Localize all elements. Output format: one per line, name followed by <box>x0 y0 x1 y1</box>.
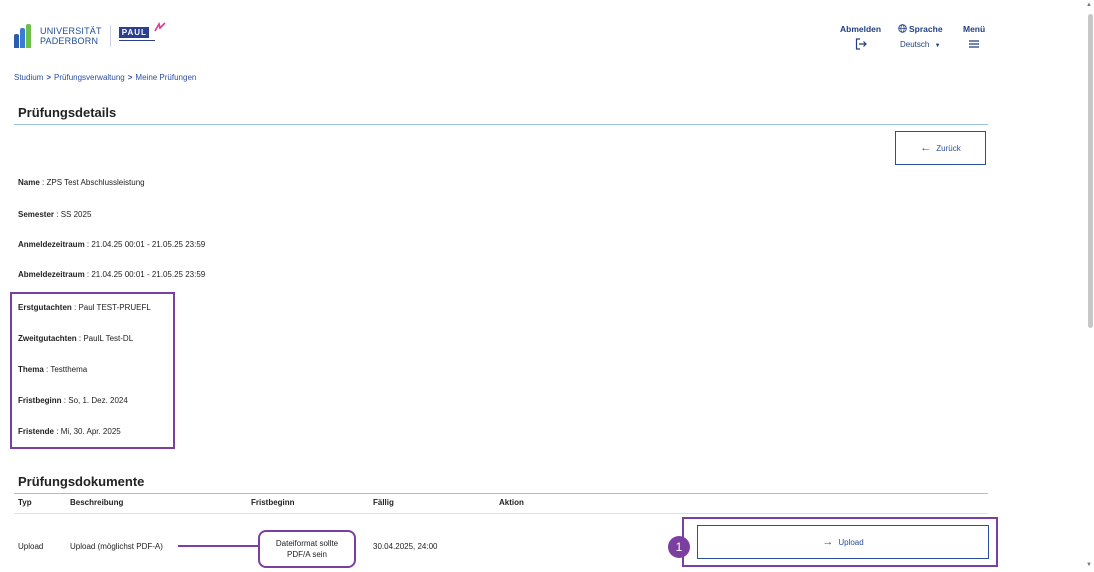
menu-label: Menü <box>963 24 986 34</box>
upload-button-label: Upload <box>838 537 864 547</box>
breadcrumb-separator-icon: > <box>127 73 133 82</box>
section-divider <box>14 493 988 494</box>
logout-label: Abmelden <box>840 24 882 34</box>
column-header-typ: Typ <box>18 498 32 507</box>
page-header: UNIVERSITÄT PADERBORN PAUL Abmelden Spra… <box>0 0 1080 70</box>
menu-button[interactable]: Menü <box>963 24 985 52</box>
breadcrumb-item-studium[interactable]: Studium <box>14 73 43 82</box>
language-dropdown[interactable]: Deutsch ▼ <box>900 40 941 49</box>
arrow-left-icon: ← <box>920 142 932 154</box>
breadcrumb-separator-icon: > <box>46 73 52 82</box>
exam-details-title: Prüfungsdetails <box>18 105 117 120</box>
university-logo[interactable]: UNIVERSITÄT PADERBORN PAUL <box>14 22 166 48</box>
hamburger-icon <box>968 38 980 52</box>
paul-spark-icon <box>154 22 166 32</box>
format-callout: Dateiformat sollte PDF/A sein <box>258 530 356 568</box>
university-name: UNIVERSITÄT PADERBORN <box>40 26 102 46</box>
column-header-beschreibung: Beschreibung <box>70 498 124 507</box>
breadcrumb: Studium > Prüfungsverwaltung > Meine Prüfung… <box>14 73 196 82</box>
row-description: Upload (möglichst PDF-A) <box>70 542 163 551</box>
back-button-label: Zurück <box>936 143 961 153</box>
detail-registration-period: Anmeldezeitraum : 21.04.25 00:01 - 21.05… <box>18 240 206 249</box>
detail-name: Name : ZPS Test Abschlussleistung <box>18 178 145 187</box>
exam-documents-title: Prüfungsdokumente <box>18 474 145 489</box>
logo-divider <box>109 25 111 47</box>
row-type: Upload <box>18 542 44 551</box>
language-selector[interactable]: Sprache Deutsch ▼ <box>898 24 943 49</box>
column-header-faellig: Fällig <box>373 498 394 507</box>
arrow-right-icon: → <box>822 536 834 548</box>
section-divider <box>14 124 988 125</box>
globe-icon <box>898 24 907 33</box>
column-header-aktion: Aktion <box>499 498 524 507</box>
chevron-down-icon: ▼ <box>934 43 941 49</box>
paul-logo: PAUL <box>118 27 155 45</box>
table-header-divider <box>14 513 988 514</box>
breadcrumb-item-pruefungsverwaltung[interactable]: Prüfungsverwaltung <box>54 73 125 82</box>
scroll-down-icon[interactable]: ▼ <box>1086 562 1092 568</box>
breadcrumb-item-meine-pruefungen[interactable]: Meine Prüfungen <box>135 73 196 82</box>
logout-icon <box>855 38 867 52</box>
detail-deregistration-period: Abmeldezeitraum : 21.04.25 00:01 - 21.05… <box>18 270 206 279</box>
scrollbar-thumb[interactable] <box>1088 14 1093 328</box>
highlight-box <box>10 292 175 449</box>
scroll-up-icon[interactable]: ▲ <box>1086 2 1092 8</box>
step-number-badge: 1 <box>668 536 690 558</box>
upb-logo-icon <box>14 24 36 48</box>
callout-connector <box>178 545 260 547</box>
row-due-date: 30.04.2025, 24:00 <box>373 542 438 551</box>
back-button[interactable]: ← Zurück <box>895 131 986 165</box>
column-header-fristbeginn: Fristbeginn <box>251 498 295 507</box>
language-label: Sprache <box>898 24 943 34</box>
logout-button[interactable]: Abmelden <box>840 24 881 52</box>
detail-semester: Semester : SS 2025 <box>18 210 92 219</box>
upload-button[interactable]: → Upload <box>697 525 989 559</box>
